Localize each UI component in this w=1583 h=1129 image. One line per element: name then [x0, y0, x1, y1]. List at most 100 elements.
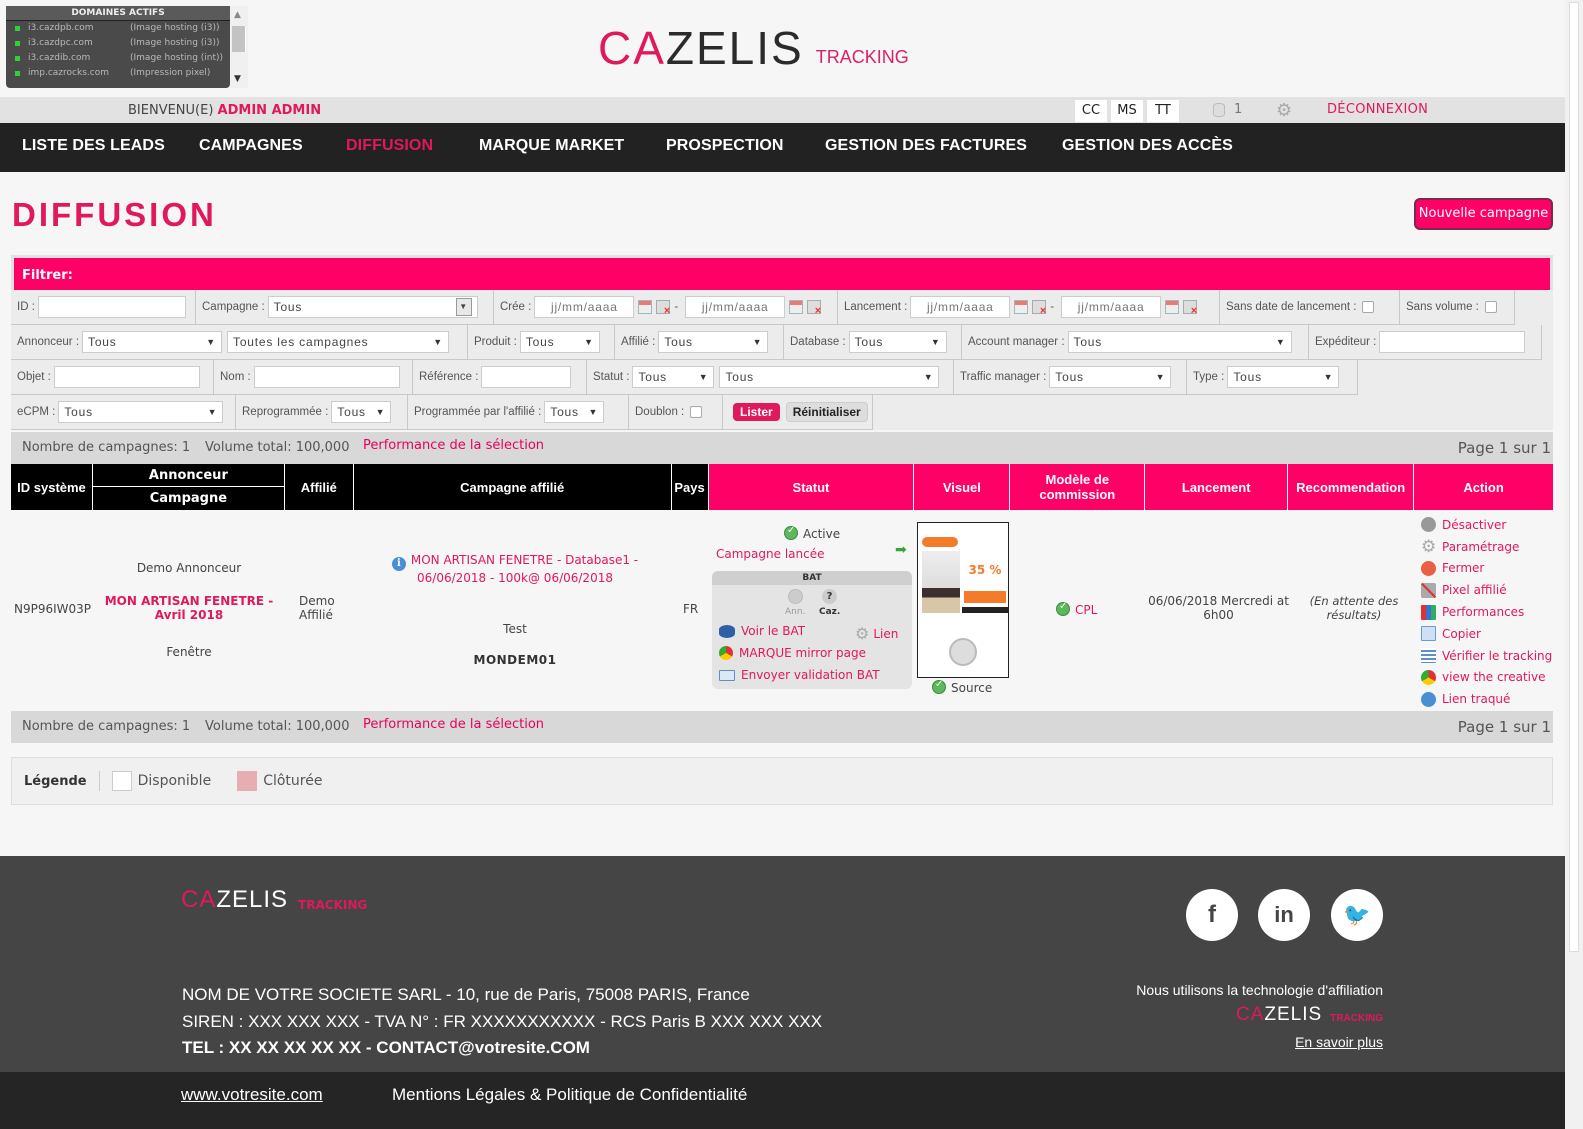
- clear-date-icon[interactable]: [656, 300, 671, 317]
- performance-selection-link[interactable]: Performance de la sélection: [363, 438, 544, 453]
- row-campagne-link[interactable]: MON ARTISAN FENETRE - Avril 2018: [93, 594, 285, 622]
- sans-date-checkbox[interactable]: [1362, 301, 1375, 313]
- view-creative-action[interactable]: view the creative: [1421, 667, 1552, 689]
- programmee-affilie-select[interactable]: Tous ▼: [544, 401, 605, 423]
- produit-select[interactable]: Tous ▼: [519, 331, 600, 353]
- gear-icon[interactable]: ⚙: [1276, 100, 1292, 121]
- scroll-down-icon[interactable]: ▼: [234, 74, 241, 84]
- tt-button[interactable]: TT: [1147, 100, 1179, 122]
- sans-volume-checkbox[interactable]: [1484, 301, 1497, 313]
- logout-link[interactable]: DÉCONNEXION: [1327, 102, 1428, 117]
- legal-link[interactable]: Mentions Légales & Politique de Confiden…: [392, 1085, 747, 1105]
- reinitialiser-button[interactable]: Réinitialiser: [785, 402, 868, 422]
- nav-campagnes[interactable]: CAMPAGNES: [199, 137, 303, 155]
- lancement-to-input[interactable]: [1061, 296, 1162, 318]
- lien-link[interactable]: ⚙ Lien: [855, 624, 898, 643]
- copier-action[interactable]: Copier: [1421, 623, 1552, 645]
- nav-gestion-des-factures[interactable]: GESTION DES FACTURES: [825, 137, 1027, 155]
- col-recommandation[interactable]: Recommendation: [1288, 464, 1415, 510]
- lancement-from-input[interactable]: [910, 296, 1011, 318]
- ecpm-select[interactable]: Tous ▼: [58, 401, 224, 423]
- reference-input[interactable]: [481, 366, 572, 388]
- ms-button[interactable]: MS: [1111, 100, 1143, 122]
- caz-question-icon[interactable]: ?: [822, 589, 837, 604]
- lister-button[interactable]: Lister: [733, 403, 780, 421]
- reprogrammee-select[interactable]: Tous ▼: [331, 401, 392, 423]
- nav-liste-des-leads[interactable]: LISTE DES LEADS: [22, 137, 165, 155]
- pixel-affilie-action[interactable]: Pixel affilié: [1421, 579, 1552, 601]
- nav-diffusion[interactable]: DIFFUSION: [346, 137, 433, 155]
- calendar-icon[interactable]: [789, 300, 804, 314]
- performance-selection-link[interactable]: Performance de la sélection: [363, 717, 544, 732]
- affilie-select[interactable]: Tous ▼: [658, 331, 769, 353]
- col-annonceur[interactable]: Annonceur: [92, 464, 284, 487]
- website-link[interactable]: www.votresite.com: [181, 1085, 323, 1105]
- twitter-icon[interactable]: 🐦: [1331, 889, 1383, 941]
- scroll-thumb[interactable]: [232, 26, 246, 52]
- col-campagne[interactable]: Campagne: [92, 487, 284, 510]
- performances-action[interactable]: Performances: [1421, 601, 1552, 623]
- cc-button[interactable]: CC: [1075, 100, 1107, 122]
- info-icon[interactable]: i: [391, 557, 406, 571]
- cree-from-input[interactable]: [534, 296, 635, 318]
- database-select[interactable]: Tous ▼: [848, 331, 947, 353]
- id-input[interactable]: [37, 296, 186, 318]
- col-id-systeme[interactable]: ID système: [11, 464, 93, 510]
- campagnes-select[interactable]: Toutes les campagnes ▼: [227, 331, 450, 353]
- visuel-source[interactable]: Source: [932, 679, 992, 695]
- verifier-tracking-action[interactable]: Vérifier le tracking: [1421, 645, 1552, 667]
- col-pays[interactable]: Pays: [671, 464, 709, 510]
- calendar-icon[interactable]: [1165, 300, 1180, 314]
- calendar-icon[interactable]: [1014, 300, 1029, 314]
- annonceur-select[interactable]: Tous ▼: [82, 331, 223, 353]
- col-action[interactable]: Action: [1414, 464, 1553, 510]
- lien-traque-action[interactable]: Lien traqué: [1421, 688, 1552, 710]
- nom-input[interactable]: [253, 366, 400, 388]
- objet-input[interactable]: [53, 366, 200, 388]
- footer-tech-logo[interactable]: CA ZELIS TRACKING: [1136, 1004, 1383, 1026]
- campagne-select[interactable]: Tous ▼: [267, 296, 478, 318]
- fermer-action[interactable]: Fermer: [1421, 558, 1552, 580]
- campagne-lancee-link[interactable]: Campagne lancée: [716, 547, 824, 561]
- mirror-page-link[interactable]: MARQUE mirror page: [719, 646, 866, 660]
- col-affilie[interactable]: Affilié: [284, 464, 354, 510]
- col-visuel[interactable]: Visuel: [914, 464, 1011, 510]
- page-scrollbar[interactable]: [1565, 0, 1583, 1129]
- clear-date-icon[interactable]: [807, 300, 822, 317]
- statut-select[interactable]: Tous ▼: [632, 366, 715, 388]
- scroll-up-icon[interactable]: ▲: [234, 10, 241, 20]
- creative-thumbnail[interactable]: 35 %: [917, 522, 1009, 678]
- account-manager-select[interactable]: Tous ▼: [1067, 331, 1292, 353]
- col-modele-commission[interactable]: Modèle de commission: [1010, 464, 1146, 510]
- new-campaign-button[interactable]: Nouvelle campagne: [1414, 198, 1553, 230]
- col-campagne-affilie[interactable]: Campagne affilié: [353, 464, 672, 510]
- clear-date-icon[interactable]: [1183, 300, 1198, 317]
- desactiver-action[interactable]: Désactiver: [1421, 514, 1552, 536]
- expediteur-input[interactable]: [1379, 331, 1526, 353]
- domains-scrollbar[interactable]: ▲ ▼: [230, 6, 248, 88]
- ann-check-icon[interactable]: [788, 589, 803, 604]
- facebook-icon[interactable]: f: [1186, 889, 1238, 941]
- voir-bat-link[interactable]: Voir le BAT: [719, 624, 805, 638]
- database-icon[interactable]: [1213, 103, 1225, 117]
- nav-gestion-des-acces[interactable]: GESTION DES ACCÈS: [1062, 137, 1233, 155]
- col-lancement[interactable]: Lancement: [1145, 464, 1289, 510]
- envoyer-validation-link[interactable]: Envoyer validation BAT: [719, 668, 880, 682]
- doublon-checkbox[interactable]: [690, 406, 703, 418]
- linkedin-icon[interactable]: in: [1258, 889, 1310, 941]
- parametrage-action[interactable]: ⚙ Paramétrage: [1421, 536, 1552, 558]
- nav-marque-market[interactable]: MARQUE MARKET: [479, 137, 624, 155]
- col-statut[interactable]: Statut: [708, 464, 915, 510]
- clear-date-icon[interactable]: [1032, 300, 1047, 317]
- brand-logo[interactable]: CA ZELIS TRACKING: [598, 25, 909, 71]
- row-campagne-affilie-link[interactable]: i MON ARTISAN FENETRE - Database1 - 06/06…: [356, 553, 674, 585]
- modele-commission-link[interactable]: CPL: [1056, 601, 1097, 617]
- type-select[interactable]: Tous ▼: [1227, 366, 1340, 388]
- footer-logo[interactable]: CA ZELIS TRACKING: [181, 886, 367, 914]
- page-scroll-thumb[interactable]: [1569, 2, 1579, 952]
- statut-detail-select[interactable]: Tous ▼: [719, 366, 940, 388]
- calendar-icon[interactable]: [638, 300, 653, 314]
- learn-more-link[interactable]: En savoir plus: [1136, 1034, 1383, 1050]
- cree-to-input[interactable]: [685, 296, 786, 318]
- nav-prospection[interactable]: PROSPECTION: [666, 137, 784, 155]
